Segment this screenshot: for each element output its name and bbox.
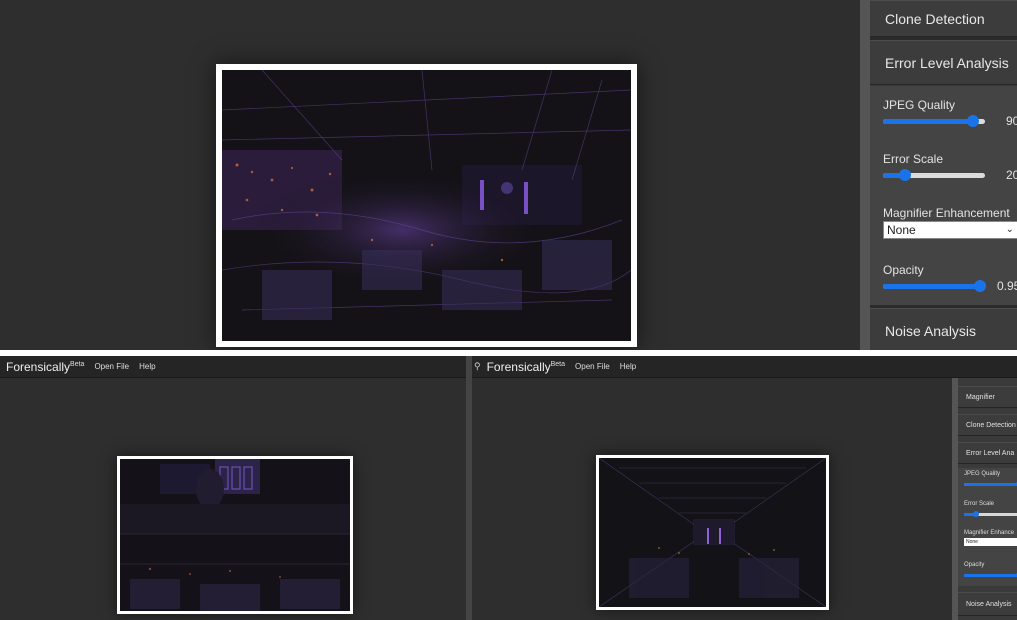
chevron-down-icon: ⌄ <box>1005 224 1014 235</box>
jpeg-quality-slider[interactable] <box>883 115 985 127</box>
jpeg-quality-value: 90 <box>1006 114 1017 128</box>
magnifier-enhancement-label: Magnifier Enhancement <box>883 206 1010 220</box>
menu-help[interactable]: Help <box>620 362 636 371</box>
magnifier-enhancement-value: None <box>966 539 978 545</box>
slider-thumb[interactable] <box>966 115 979 127</box>
slider-thumb[interactable] <box>899 169 912 181</box>
beta-badge: Beta <box>70 360 85 368</box>
noise-analysis-section[interactable]: Noise Analysis <box>958 592 1017 616</box>
slider-thumb[interactable] <box>973 511 980 517</box>
ela-result-image <box>216 64 637 347</box>
ela-image-render <box>120 459 350 611</box>
opacity-label: Opacity <box>883 263 924 277</box>
app-name: Forensically <box>486 359 551 374</box>
error-scale-label: Error Scale <box>883 152 944 166</box>
app-logo: ForensicallyBeta <box>6 360 84 374</box>
clone-detection-section[interactable]: Clone Detection <box>958 414 1017 436</box>
jpeg-quality-label: JPEG Quality <box>883 98 956 112</box>
menu-bar: ⚲ ForensicallyBeta Open File Help <box>472 356 1017 378</box>
ela-image-render <box>599 458 826 607</box>
error-scale-slider[interactable] <box>883 169 985 181</box>
panel-resize-handle[interactable] <box>860 0 870 350</box>
tool-sidebar: Clone Detection Error Level Analysis JPE… <box>870 0 1017 350</box>
error-level-analysis-label: Error Level Analysis <box>885 54 1009 71</box>
opacity-slider[interactable] <box>964 572 1017 578</box>
error-scale-value: 20 <box>1006 168 1017 182</box>
menu-open-file[interactable]: Open File <box>575 362 610 371</box>
menu-open-file[interactable]: Open File <box>94 362 129 371</box>
clone-detection-label: Clone Detection <box>885 10 985 27</box>
clone-detection-label: Clone Detection <box>966 421 1016 429</box>
image-viewer[interactable] <box>0 0 860 350</box>
ela-settings: JPEG Quality Error Scale Magnifier Enhan… <box>958 468 1017 586</box>
magnifier-section[interactable]: Magnifier <box>958 386 1017 408</box>
jpeg-quality-label: JPEG Quality <box>964 471 1001 477</box>
search-icon[interactable]: ⚲ <box>474 361 481 372</box>
ela-image-render <box>222 70 631 341</box>
menu-bar: ForensicallyBeta Open File Help <box>0 356 466 378</box>
noise-analysis-label: Noise Analysis <box>966 600 1012 608</box>
clone-detection-section[interactable]: Clone Detection <box>870 0 1017 37</box>
menu-help[interactable]: Help <box>139 362 155 371</box>
error-scale-label: Error Scale <box>964 501 995 507</box>
beta-badge: Beta <box>550 360 566 368</box>
magnifier-enhancement-select[interactable]: None ⌄ <box>883 221 1017 239</box>
opacity-slider[interactable] <box>883 280 986 292</box>
ela-result-image <box>596 455 829 610</box>
magnifier-enhancement-select[interactable]: None <box>964 538 1017 546</box>
error-level-analysis-section[interactable]: Error Level Ana <box>958 442 1017 464</box>
error-scale-slider[interactable] <box>964 511 1017 517</box>
ela-settings: JPEG Quality 90 Error Scale 20 Magnifier… <box>870 86 1017 306</box>
error-level-analysis-label: Error Level Ana <box>966 449 1015 457</box>
noise-analysis-section[interactable]: Noise Analysis <box>870 308 1017 350</box>
jpeg-quality-slider[interactable] <box>964 481 1017 487</box>
magnifier-enhancement-value: None <box>887 223 916 237</box>
app-logo: ForensicallyBeta <box>487 360 565 374</box>
tool-sidebar: Magnifier Clone Detection Error Level An… <box>958 378 1017 620</box>
zoomed-forensically-view: Clone Detection Error Level Analysis JPE… <box>0 0 1017 350</box>
noise-analysis-label: Noise Analysis <box>885 322 977 339</box>
app-name: Forensically <box>6 359 71 374</box>
magnifier-label: Magnifier <box>966 393 995 401</box>
opacity-label: Opacity <box>964 562 985 568</box>
right-forensically-window: ⚲ ForensicallyBeta Open File Help Magnif… <box>472 356 1017 620</box>
left-forensically-window: ForensicallyBeta Open File Help <box>0 356 466 620</box>
magnifier-enhancement-label: Magnifier Enhance <box>964 530 1015 536</box>
slider-thumb[interactable] <box>973 280 986 292</box>
opacity-value: 0.95 <box>997 279 1017 293</box>
ela-result-image <box>117 456 353 614</box>
error-level-analysis-section[interactable]: Error Level Analysis <box>870 40 1017 85</box>
